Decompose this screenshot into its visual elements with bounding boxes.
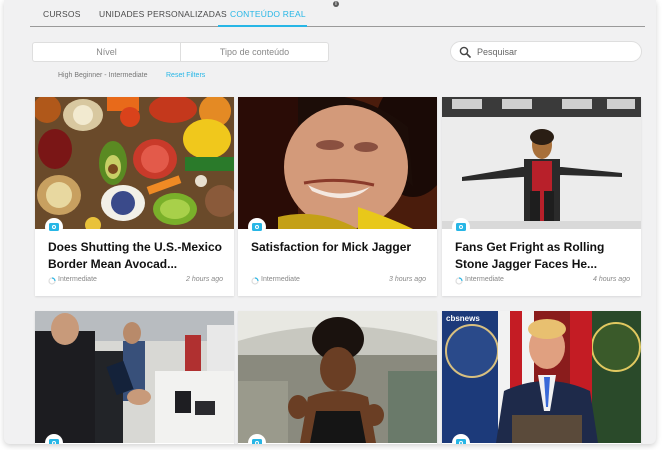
level-filter-button[interactable]: Nível bbox=[32, 42, 180, 62]
content-type-filter-button[interactable]: Tipo de conteúdo bbox=[180, 42, 329, 62]
content-card[interactable] bbox=[238, 311, 437, 444]
level-progress-icon bbox=[48, 277, 56, 285]
card-meta: Intermediate 4 hours ago bbox=[455, 276, 630, 286]
level-progress-icon bbox=[251, 277, 259, 285]
content-card[interactable]: Fans Get Fright as Rolling Stone Jagger … bbox=[442, 97, 641, 296]
tab-unidades-personalizadas[interactable]: UNIDADES PERSONALIZADAS bbox=[99, 9, 227, 19]
jagger-on-stage-photo bbox=[442, 97, 641, 229]
card-title[interactable]: Fans Get Fright as Rolling Stone Jagger … bbox=[455, 239, 635, 272]
search-box[interactable] bbox=[450, 41, 642, 62]
card-title[interactable]: Does Shutting the U.S.-Mexico Border Mea… bbox=[48, 239, 228, 272]
tab-cursos[interactable]: CURSOS bbox=[43, 9, 81, 19]
info-icon[interactable]: i bbox=[333, 1, 339, 7]
tab-conteudo-real[interactable]: CONTEÚDO REAL bbox=[230, 9, 306, 19]
vegetables-food-photo bbox=[35, 97, 234, 229]
app-frame: CURSOS UNIDADES PERSONALIZADAS CONTEÚDO … bbox=[4, 0, 656, 444]
card-timestamp: 2 hours ago bbox=[186, 276, 223, 283]
card-level: Intermediate bbox=[261, 276, 300, 283]
content-card[interactable] bbox=[35, 311, 234, 444]
card-level: Intermediate bbox=[58, 276, 97, 283]
card-meta: Intermediate 3 hours ago bbox=[251, 276, 426, 286]
woman-vlog-photo bbox=[238, 311, 437, 443]
level-progress-icon bbox=[455, 277, 463, 285]
video-icon bbox=[45, 218, 63, 236]
card-timestamp: 4 hours ago bbox=[593, 276, 630, 283]
content-card[interactable]: cbsnews bbox=[442, 311, 641, 444]
active-tab-indicator bbox=[218, 25, 307, 27]
reset-filters-link[interactable]: Reset Filters bbox=[166, 72, 205, 79]
mick-jagger-closeup-photo bbox=[238, 97, 437, 229]
content-card[interactable]: Does Shutting the U.S.-Mexico Border Mea… bbox=[35, 97, 234, 296]
president-border-press-photo: cbsnews bbox=[442, 311, 641, 443]
filter-group: Nível Tipo de conteúdo bbox=[32, 42, 329, 62]
video-icon bbox=[452, 218, 470, 236]
card-level: Intermediate bbox=[465, 276, 504, 283]
video-icon bbox=[248, 218, 266, 236]
watermark-logo: cbsnews bbox=[446, 314, 480, 323]
card-timestamp: 3 hours ago bbox=[389, 276, 426, 283]
tab-bar: CURSOS UNIDADES PERSONALIZADAS CONTEÚDO … bbox=[30, 0, 645, 27]
search-icon bbox=[459, 46, 471, 58]
content-card[interactable]: Satisfaction for Mick Jagger Intermediat… bbox=[238, 97, 437, 296]
card-meta: Intermediate 2 hours ago bbox=[48, 276, 223, 286]
search-input[interactable] bbox=[477, 45, 632, 59]
tech-expo-photo bbox=[35, 311, 234, 443]
card-title[interactable]: Satisfaction for Mick Jagger bbox=[251, 239, 431, 256]
active-level-filter: High Beginner - Intermediate bbox=[58, 72, 148, 79]
